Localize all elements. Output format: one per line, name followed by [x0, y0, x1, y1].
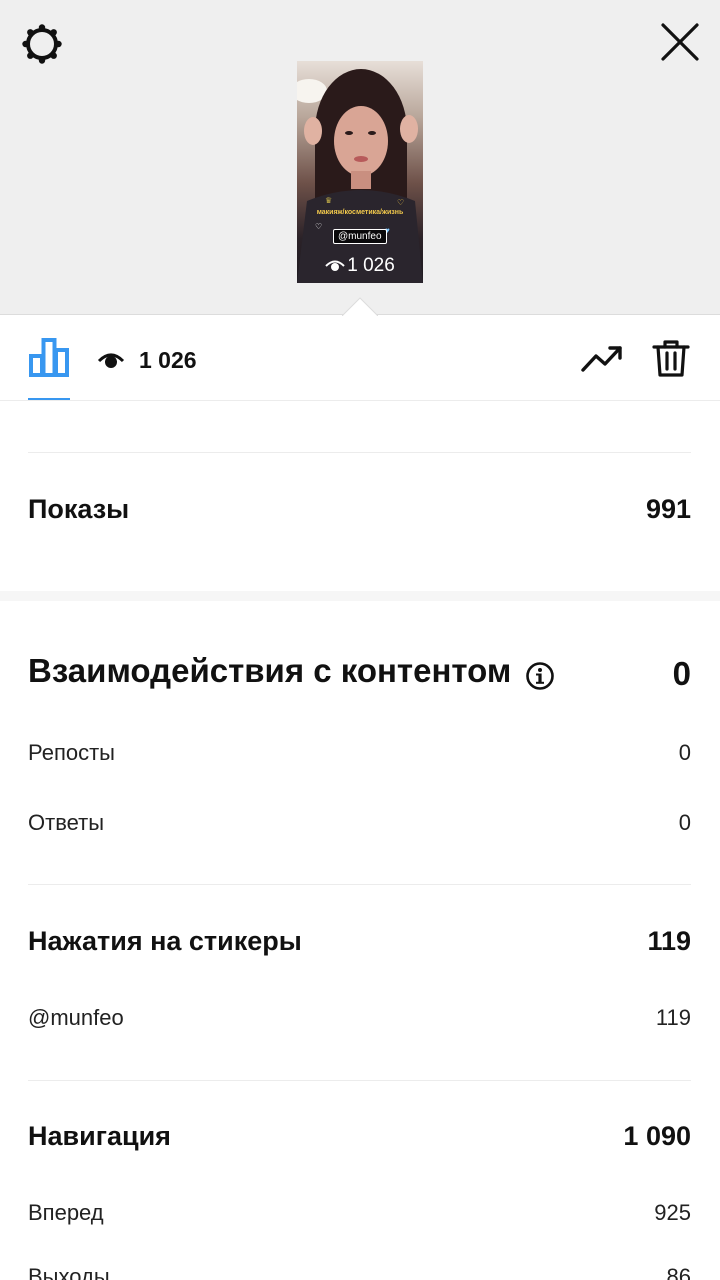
svg-text:♛: ♛	[325, 196, 332, 205]
delete-button[interactable]	[651, 338, 691, 378]
shares-value: 0	[678, 740, 691, 765]
replies-value: 0	[678, 810, 691, 835]
list-item: Вперед 925	[28, 1198, 691, 1228]
story-views-overlay: 1 026	[297, 255, 423, 277]
story-caption: макияж/косметика/жизнь	[316, 209, 404, 216]
story-mention-sticker: @munfeo	[333, 229, 387, 244]
mention-sticker-value: 119	[655, 1005, 691, 1030]
section-divider	[0, 591, 720, 601]
list-item: Ответы 0	[28, 808, 691, 838]
divider	[28, 1080, 691, 1081]
list-item: Репосты 0	[28, 738, 691, 768]
viewers-count[interactable]: 1 026	[97, 345, 197, 375]
forward-value: 925	[654, 1200, 691, 1225]
settings-icon	[22, 24, 62, 64]
forward-label: Вперед	[28, 1200, 104, 1225]
sticker-taps-row: Нажатия на стикеры 119	[28, 922, 691, 960]
story-thumbnail[interactable]: ♛ ♡ ♡ ♥ макияж/косметика/жизнь @munfeo 1…	[297, 61, 423, 283]
bar-chart-icon	[29, 338, 69, 377]
list-item: @munfeo 119	[28, 1003, 691, 1033]
navigation-row: Навигация 1 090	[28, 1117, 691, 1155]
impressions-label: Показы	[28, 493, 130, 524]
interactions-title: Взаимодействия с контентом	[28, 652, 555, 695]
divider	[28, 884, 691, 885]
eye-icon	[325, 260, 345, 271]
trending-icon	[581, 346, 622, 372]
eye-icon	[97, 350, 125, 370]
thumbnail-pointer	[342, 297, 378, 316]
exits-value: 86	[666, 1264, 691, 1280]
navigation-label: Навигация	[28, 1120, 171, 1151]
trash-icon	[652, 340, 690, 377]
sticker-taps-value: 119	[647, 925, 691, 956]
close-button[interactable]	[660, 22, 700, 62]
impressions-value: 991	[645, 493, 691, 524]
story-insights-screen: ♛ ♡ ♡ ♥ макияж/косметика/жизнь @munfeo 1…	[0, 0, 720, 1280]
impressions-row: Показы 991	[28, 490, 691, 528]
info-icon[interactable]	[525, 661, 555, 696]
exits-label: Выходы	[28, 1264, 110, 1280]
story-views-count: 1 026	[347, 255, 395, 276]
insights-toolbar: 1 026	[0, 316, 720, 401]
settings-button[interactable]	[20, 22, 64, 66]
story-preview-area: ♛ ♡ ♡ ♥ макияж/косметика/жизнь @munfeo 1…	[0, 0, 720, 315]
navigation-value: 1 090	[623, 1120, 691, 1151]
interactions-label: Взаимодействия с контентом	[28, 652, 512, 690]
interactions-value: 0	[672, 655, 691, 692]
svg-text:♡: ♡	[315, 222, 322, 231]
replies-label: Ответы	[28, 810, 105, 835]
list-item: Выходы 86	[28, 1262, 691, 1280]
shares-label: Репосты	[28, 740, 115, 765]
divider	[28, 452, 691, 453]
tab-active-indicator	[28, 398, 70, 400]
promote-button[interactable]	[580, 338, 624, 378]
svg-text:♡: ♡	[397, 198, 404, 207]
tab-insights[interactable]	[28, 336, 70, 400]
mention-sticker-label: @munfeo	[28, 1005, 124, 1030]
viewers-count-value: 1 026	[139, 346, 197, 373]
close-icon	[661, 23, 699, 61]
interactions-header: Взаимодействия с контентом 0	[28, 652, 691, 696]
sticker-taps-label: Нажатия на стикеры	[28, 925, 302, 956]
story-thumbnail-image: ♛ ♡ ♡ ♥	[297, 69, 423, 283]
